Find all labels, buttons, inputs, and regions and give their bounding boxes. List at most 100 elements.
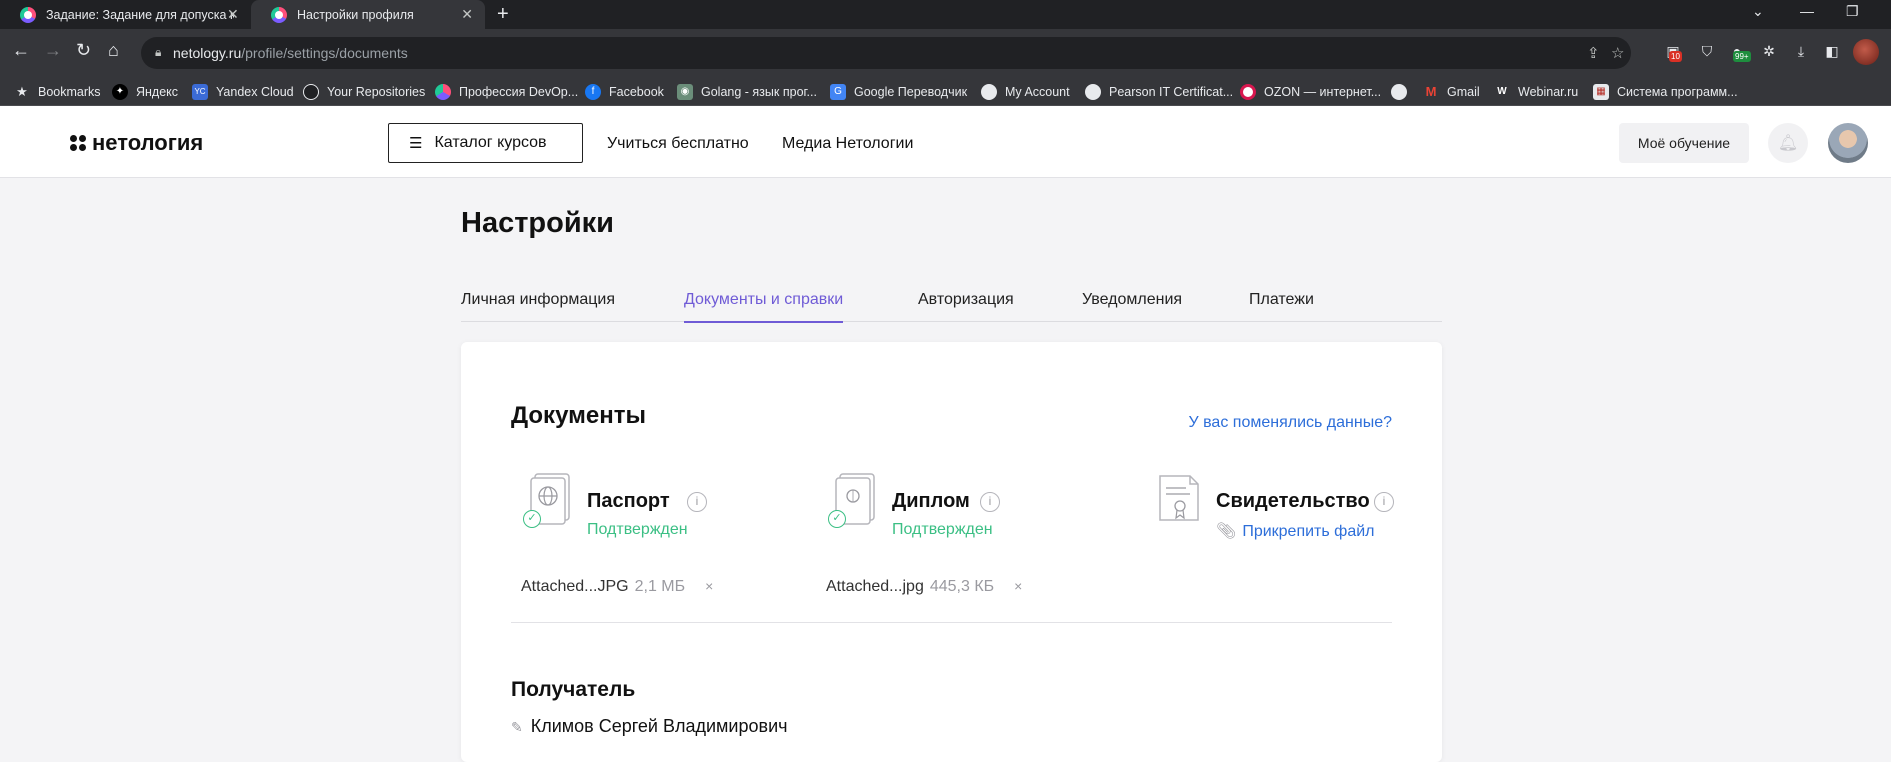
minimize-icon[interactable]: — bbox=[1800, 3, 1814, 19]
share-icon[interactable]: ⇪ bbox=[1587, 44, 1600, 62]
paperclip-icon: 📎︎ bbox=[1216, 523, 1237, 540]
globe-icon bbox=[1085, 83, 1101, 100]
netology-logo[interactable]: нетология bbox=[70, 130, 203, 156]
facebook-icon: f bbox=[585, 83, 601, 100]
remove-file-icon[interactable]: × bbox=[705, 578, 713, 594]
tab-search-icon[interactable]: ⌄ bbox=[1752, 3, 1764, 20]
close-tab-icon[interactable]: ✕ bbox=[461, 6, 473, 23]
downloads-icon[interactable]: ⤓ bbox=[1789, 39, 1813, 63]
document-status: Подтвержден bbox=[587, 521, 688, 538]
catalog-search-icon: ☰ bbox=[409, 135, 423, 152]
extension-abp-icon[interactable]: ▣10 bbox=[1661, 39, 1685, 63]
tab-personal-info[interactable]: Личная информация bbox=[461, 291, 615, 309]
github-icon bbox=[303, 83, 319, 100]
attached-file: Attached...jpg 445,3 КБ × bbox=[826, 578, 1022, 596]
tab-authorization[interactable]: Авторизация bbox=[918, 291, 1014, 309]
globe-icon bbox=[981, 83, 997, 100]
bookmark-item[interactable]: YC Yandex Cloud bbox=[192, 77, 294, 106]
bookmark-item[interactable] bbox=[1391, 77, 1415, 106]
side-panel-icon[interactable]: ◧ bbox=[1820, 39, 1844, 63]
site-header: нетология ☰ Каталог курсов Учиться беспл… bbox=[0, 106, 1891, 178]
nav-free-learning[interactable]: Учиться бесплатно bbox=[607, 135, 749, 153]
bookmark-item[interactable]: Профессия DevOp... bbox=[435, 77, 578, 106]
restore-icon[interactable]: ❐ bbox=[1846, 3, 1859, 20]
browser-tabstrip: Задание: Задание для допуска к Настройки… bbox=[0, 0, 1891, 29]
bookmark-item[interactable]: ★ Bookmarks bbox=[14, 77, 100, 106]
bookmark-item[interactable]: ◉ Golang - язык прог... bbox=[677, 77, 817, 106]
info-icon[interactable]: i bbox=[687, 492, 707, 512]
file-name[interactable]: Attached...JPG bbox=[521, 578, 629, 595]
recipient-heading: Получатель bbox=[511, 678, 636, 701]
bookmark-star-icon[interactable]: ☆ bbox=[1611, 44, 1624, 62]
my-learning-button[interactable]: Моё обучение bbox=[1619, 123, 1749, 163]
info-icon[interactable]: i bbox=[1374, 492, 1394, 512]
netology-favicon-icon bbox=[20, 6, 36, 23]
address-bar[interactable]: 🔒︎ netology.ru/profile/settings/document… bbox=[141, 37, 1631, 69]
url-text: netology.ru/profile/settings/documents bbox=[173, 45, 408, 61]
notifications-bell-icon[interactable]: 🔔︎ bbox=[1768, 123, 1808, 163]
extension-shield-icon[interactable]: ⛉ bbox=[1695, 39, 1719, 63]
ozon-icon bbox=[1240, 83, 1256, 100]
bookmark-item[interactable]: M Gmail bbox=[1423, 77, 1480, 106]
catalog-button-label: Каталог курсов bbox=[434, 134, 547, 151]
extensions-puzzle-icon[interactable]: ✲ bbox=[1757, 39, 1781, 63]
extension-grammar-icon[interactable]: ●99+ bbox=[1725, 39, 1751, 63]
forward-icon[interactable]: → bbox=[44, 40, 62, 61]
data-changed-link[interactable]: У вас поменялись данные? bbox=[1189, 414, 1393, 432]
document-name: Свидетельство bbox=[1216, 490, 1370, 512]
attach-file-link[interactable]: 📎︎ Прикрепить файл bbox=[1216, 521, 1375, 541]
bookmark-item[interactable]: Your Repositories bbox=[303, 77, 425, 106]
star-icon: ★ bbox=[16, 83, 28, 99]
tab-payments[interactable]: Платежи bbox=[1249, 291, 1314, 309]
yandex-cloud-icon: YC bbox=[192, 83, 208, 100]
netology-icon bbox=[435, 83, 451, 100]
bookmark-item[interactable]: f Facebook bbox=[585, 77, 664, 106]
netology-favicon-icon bbox=[271, 6, 287, 23]
document-name: Паспорт bbox=[587, 490, 670, 512]
page-title: Настройки bbox=[461, 207, 615, 239]
new-tab-icon[interactable]: + bbox=[497, 3, 509, 26]
edit-pencil-icon[interactable]: ✎ bbox=[511, 719, 523, 735]
logo-text: нетология bbox=[92, 130, 204, 155]
divider bbox=[511, 622, 1392, 623]
home-icon[interactable]: ⌂ bbox=[108, 40, 119, 61]
reload-icon[interactable]: ↻ bbox=[76, 40, 91, 61]
tab-title: Настройки профиля bbox=[297, 7, 414, 22]
attached-file: Attached...JPG 2,1 МБ × bbox=[521, 578, 713, 596]
golang-icon: ◉ bbox=[677, 83, 693, 100]
browser-tab-settings[interactable]: Настройки профиля ✕ bbox=[251, 0, 485, 29]
bookmark-item[interactable]: ▦ Система программ... bbox=[1593, 77, 1738, 106]
recipient-name[interactable]: ✎ Климов Сергей Владимирович bbox=[511, 716, 788, 737]
verified-check-icon: ✓ bbox=[523, 510, 541, 528]
close-tab-icon[interactable]: ✕ bbox=[227, 6, 239, 23]
bookmark-item[interactable]: W Webinar.ru bbox=[1494, 77, 1578, 106]
bookmarks-bar: ★ Bookmarks ✦ Яндекс YC Yandex Cloud Your R… bbox=[0, 77, 1891, 106]
documents-card: Документы У вас поменялись данные? ✓ Пас… bbox=[461, 342, 1442, 762]
bookmark-item[interactable]: OZON — интернет... bbox=[1240, 77, 1381, 106]
bookmark-item[interactable]: ✦ Яндекс bbox=[112, 77, 178, 106]
info-icon[interactable]: i bbox=[980, 492, 1000, 512]
browser-tab-assignment[interactable]: Задание: Задание для допуска к bbox=[0, 0, 246, 29]
logo-mark-icon bbox=[70, 135, 86, 151]
user-avatar[interactable] bbox=[1828, 123, 1868, 163]
verified-check-icon: ✓ bbox=[828, 510, 846, 528]
settings-tabs: Личная информация Документы и справки Ав… bbox=[461, 287, 1442, 323]
bookmark-item[interactable]: G Google Переводчик bbox=[830, 77, 967, 106]
file-name[interactable]: Attached...jpg bbox=[826, 578, 924, 595]
back-icon[interactable]: ← bbox=[12, 40, 30, 61]
document-name: Диплом bbox=[892, 490, 970, 512]
certificate-icon bbox=[1159, 475, 1199, 521]
tab-documents[interactable]: Документы и справки bbox=[684, 291, 844, 323]
catalog-button[interactable]: ☰ Каталог курсов bbox=[388, 123, 583, 163]
globe-icon bbox=[1391, 83, 1407, 100]
profile-avatar-icon[interactable] bbox=[1853, 39, 1879, 65]
bookmark-item[interactable]: Pearson IT Certificat... bbox=[1085, 77, 1233, 106]
file-size: 445,3 КБ bbox=[929, 578, 995, 595]
file-size: 2,1 МБ bbox=[634, 578, 686, 595]
lock-icon[interactable]: 🔒︎ bbox=[155, 45, 161, 60]
bookmark-item[interactable]: My Account bbox=[981, 77, 1070, 106]
tab-notifications[interactable]: Уведомления bbox=[1082, 291, 1182, 309]
remove-file-icon[interactable]: × bbox=[1014, 578, 1022, 594]
webinar-icon: W bbox=[1497, 85, 1507, 97]
nav-media[interactable]: Медиа Нетологии bbox=[782, 135, 913, 153]
